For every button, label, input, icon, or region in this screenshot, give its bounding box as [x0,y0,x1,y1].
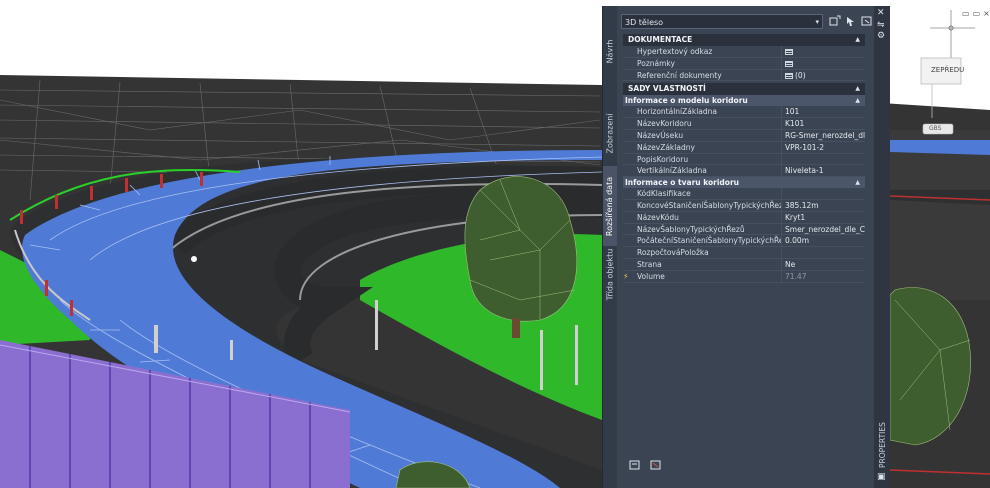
property-row[interactable]: NázevŠablonyTypickýchŘezů Smer_nerozdel_d… [623,223,865,236]
minimize-icon[interactable]: ▭ [962,9,973,18]
property-row[interactable]: KoncovéStaničeníŠablonyTypickýchŘezů 385.… [623,199,865,212]
chevron-down-icon: ▾ [815,18,819,26]
property-row[interactable]: NázevZákladny VPR-101-2 [623,141,865,154]
quick-select-icon[interactable] [861,15,873,27]
toggle-pickadd-icon[interactable] [829,15,841,27]
collapse-icon: ▲ [855,85,860,93]
property-row[interactable]: NázevÚseku RG-Smer_nerozdel_dl... [623,129,865,142]
collapse-icon: ▲ [855,36,860,43]
property-row[interactable]: Hypertextový odkaz [623,46,865,58]
collapse-icon: ▲ [855,179,860,187]
palette-title-strip[interactable]: ✕ ⇋ ⚙ PROPERTIES ▣ [874,6,890,488]
object-type-select[interactable]: 3D těleso ▾ [621,14,823,29]
selection-point [191,256,197,262]
lightning-icon: ⚡ [623,271,629,281]
property-row[interactable]: RozpočtováPoložka [623,247,865,259]
table-icon [785,49,793,55]
property-row[interactable]: Poznámky [623,57,865,70]
wcs-label[interactable]: GBS [929,125,941,132]
palette-bottom-tools [629,455,662,474]
property-row[interactable]: KódKlasifikace [623,188,865,200]
property-row[interactable]: PopisKoridoru [623,153,865,166]
select-objects-icon[interactable] [845,15,857,27]
group-model-koridoru[interactable]: Informace o modelu koridoru ▲ [623,95,865,107]
tab-rozsirena-data[interactable]: Rozšířená data [603,166,617,246]
tab-zobrazeni[interactable]: Zobrazení [603,104,617,162]
tab-trida-objektu[interactable]: Třída objektu [603,242,617,306]
settings-icon[interactable]: ⚙ [877,31,885,41]
palette-content: 3D těleso ▾ DOKUMENTACE ▲ Hypertextový od… [621,6,873,488]
category-dokumentace[interactable]: DOKUMENTACE ▲ [623,34,865,46]
collapse-icon: ▲ [855,97,860,105]
close-icon[interactable]: ✕ [877,8,885,18]
property-row[interactable]: Referenční dokumenty (0) [623,69,865,82]
property-row[interactable]: Strana Ne [623,258,865,271]
property-grid: DOKUMENTACE ▲ Hypertextový odkaz Poznámky… [623,34,865,283]
restore-icon[interactable]: ▭ [973,9,984,18]
property-row[interactable]: VertikálníZákladna Niveleta-1 [623,165,865,178]
group-tvaru-koridoru[interactable]: Informace o tvaru koridoru ▲ [623,177,865,189]
edit-property-set-icon[interactable] [629,460,641,470]
properties-palette: Návrh Zobrazení Rozšířená data Třída obj… [602,6,890,488]
viewport-window-controls: ▭▭× [962,9,990,18]
palette-side-tabs: Návrh Zobrazení Rozšířená data Třída obj… [603,6,617,488]
property-row[interactable]: HorizontálníZákladna 101 [623,106,865,119]
property-row[interactable]: PočátečníStaničeníŠablonyTypickýchŘezů 0.… [623,235,865,248]
table-icon [785,60,793,67]
category-sady-vlastnosti[interactable]: SADY VLASTNOSTÍ ▲ [623,83,865,96]
property-row[interactable]: NázevKódu Kryt1 [623,211,865,224]
close-icon[interactable]: × [983,9,990,18]
properties-icon[interactable]: ▣ [877,472,886,482]
view-cube-label: ZEPŘEDU [931,66,965,74]
tab-navrh[interactable]: Návrh [603,26,617,76]
pin-icon[interactable]: ⇋ [877,20,885,30]
palette-title: PROPERTIES [878,422,887,468]
remove-property-set-icon[interactable] [650,460,662,470]
property-row[interactable]: NázevKoridoru K101 [623,118,865,130]
property-row-volume[interactable]: ⚡ Volume 71.47 [623,270,865,283]
table-icon [785,72,793,79]
